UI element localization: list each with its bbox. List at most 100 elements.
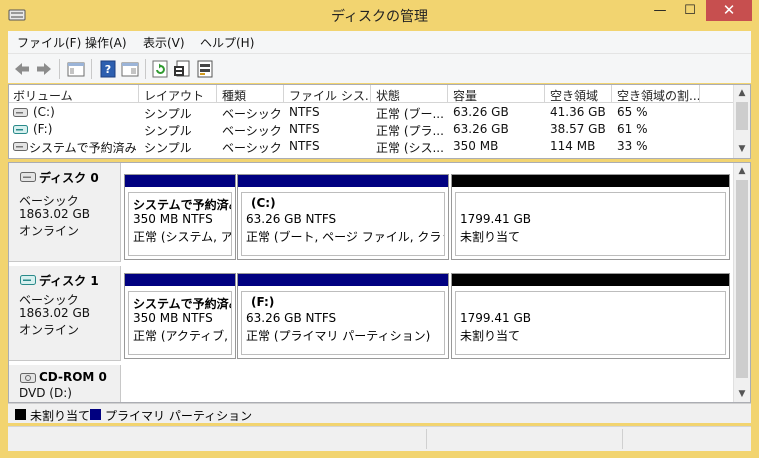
partition-fs: 1799.41 GB [460, 212, 531, 226]
scroll-thumb[interactable] [736, 180, 748, 378]
partition-title: (C:) [251, 196, 276, 210]
column-header-percent-free[interactable]: 空き領域の割... [617, 87, 699, 104]
volume-capacity: 350 MB [453, 139, 499, 153]
removable-disk-icon [20, 275, 36, 285]
volume-free-space: 41.36 GB [550, 105, 606, 119]
volume-capacity: 63.26 GB [453, 105, 509, 119]
status-bar [8, 426, 751, 451]
volume-name: (C:) [33, 105, 55, 119]
removable-drive-icon [13, 125, 28, 134]
volume-free-space: 38.57 GB [550, 122, 606, 136]
menu-file[interactable]: ファイル(F) [17, 34, 81, 51]
volume-list-scrollbar[interactable]: ▲ ▼ [733, 85, 750, 158]
partition-title: (F:) [251, 295, 275, 309]
volume-layout: シンプル [144, 107, 192, 121]
column-header-layout[interactable]: レイアウト [144, 87, 216, 104]
volume-status: 正常 (シス... [376, 141, 444, 155]
partition-disk1-f[interactable]: (F:) 63.26 GB NTFS 正常 (プライマリ パーティション) [237, 273, 449, 359]
maximize-button[interactable]: ☐ [676, 0, 704, 21]
rescan-disks-icon[interactable] [194, 58, 216, 80]
scroll-up-arrow-icon[interactable]: ▲ [734, 85, 750, 101]
properties-pane-icon[interactable] [119, 58, 141, 80]
show-hide-console-tree-icon[interactable] [65, 58, 87, 80]
menu-bar: ファイル(F) 操作(A) 表示(V) ヘルプ(H) [8, 31, 751, 53]
partition-status: 未割り当て [460, 329, 521, 343]
volume-percent-free: 61 % [617, 122, 648, 136]
partition-disk0-unallocated[interactable]: 1799.41 GB 未割り当て [451, 174, 730, 260]
menu-action[interactable]: 操作(A) [85, 34, 127, 51]
partition-type-bar [125, 274, 235, 286]
partition-type-bar [238, 175, 448, 187]
disk-name: CD-ROM 0 [39, 370, 107, 384]
refresh-icon[interactable] [149, 58, 171, 80]
column-header-type[interactable]: 種類 [222, 87, 282, 104]
volume-free-space: 114 MB [550, 139, 596, 153]
disk-0-label[interactable]: ディスク 0 ベーシック 1863.02 GB オンライン [9, 163, 121, 262]
legend: 未割り当て プライマリ パーティション [8, 403, 751, 423]
column-header-filesystem[interactable]: ファイル シス... [289, 87, 369, 104]
disk-name: ディスク 0 [39, 171, 99, 185]
volume-row-system-reserved[interactable]: システムで予約済み シンプル ベーシック NTFS 正常 (シス... 350 … [9, 138, 735, 155]
volume-percent-free: 33 % [617, 139, 648, 153]
disk-size: 1863.02 GB [19, 306, 90, 320]
volume-filesystem: NTFS [289, 122, 320, 136]
scroll-down-arrow-icon[interactable]: ▼ [734, 141, 750, 157]
partition-fs: 1799.41 GB [460, 311, 531, 325]
volume-status: 正常 (プラ... [376, 124, 444, 138]
partition-fs: 350 MB NTFS [133, 311, 213, 325]
title-bar[interactable]: ディスクの管理 — ☐ ✕ [0, 0, 759, 31]
partition-fs: 350 MB NTFS [133, 212, 213, 226]
disk-map-scrollbar[interactable]: ▲ ▼ [733, 163, 750, 402]
column-header-free-space[interactable]: 空き領域 [550, 87, 610, 104]
volume-type: ベーシック [222, 107, 282, 121]
volume-name: システムで予約済み [29, 141, 137, 155]
volume-status: 正常 (ブー... [376, 107, 444, 121]
volume-name: (F:) [33, 122, 53, 136]
disk-icon [20, 172, 36, 182]
legend-swatch-primary [90, 409, 101, 420]
volume-filesystem: NTFS [289, 105, 320, 119]
disk-size: 1863.02 GB [19, 207, 90, 221]
column-header-status[interactable]: 状態 [376, 87, 446, 104]
column-header-capacity[interactable]: 容量 [453, 87, 543, 104]
partition-type-bar [452, 274, 729, 286]
partition-status: 正常 (ブート, ページ ファイル, クラッシュ ダ [246, 230, 444, 244]
scroll-up-arrow-icon[interactable]: ▲ [734, 163, 750, 179]
volume-row-c[interactable]: (C:) シンプル ベーシック NTFS 正常 (ブー... 63.26 GB … [9, 104, 735, 121]
disk-state: オンライン [19, 224, 80, 238]
forward-icon[interactable] [33, 58, 55, 80]
volume-layout: シンプル [144, 124, 192, 138]
volume-list-header: ボリューム レイアウト 種類 ファイル シス... 状態 容量 空き領域 空き領… [9, 85, 735, 103]
partition-type-bar [238, 274, 448, 286]
column-header-volume[interactable]: ボリューム [13, 87, 137, 104]
partition-disk0-c[interactable]: (C:) 63.26 GB NTFS 正常 (ブート, ページ ファイル, クラ… [237, 174, 449, 260]
menu-help[interactable]: ヘルプ(H) [200, 34, 254, 51]
volume-filesystem: NTFS [289, 139, 320, 153]
volume-percent-free: 65 % [617, 105, 648, 119]
close-button[interactable]: ✕ [706, 0, 752, 21]
menu-view[interactable]: 表示(V) [143, 34, 185, 51]
properties-icon[interactable] [171, 58, 193, 80]
partition-title: システムで予約済み [133, 297, 231, 311]
cdrom-0-label[interactable]: CD-ROM 0 DVD (D:) [9, 365, 121, 402]
volume-type: ベーシック [222, 141, 282, 155]
partition-fs: 63.26 GB NTFS [246, 311, 337, 325]
partition-fs: 63.26 GB NTFS [246, 212, 337, 226]
minimize-button[interactable]: — [646, 0, 674, 21]
back-icon[interactable] [11, 58, 33, 80]
partition-disk0-system-reserved[interactable]: システムで予約済み 350 MB NTFS 正常 (システム, アク [124, 174, 236, 260]
drive-icon [13, 108, 28, 117]
scroll-down-arrow-icon[interactable]: ▼ [734, 386, 750, 402]
scroll-thumb[interactable] [736, 102, 748, 130]
partition-status: 正常 (アクティブ, プラ [133, 329, 231, 343]
volume-row-f[interactable]: (F:) シンプル ベーシック NTFS 正常 (プラ... 63.26 GB … [9, 121, 735, 138]
partition-disk1-system-reserved[interactable]: システムで予約済み 350 MB NTFS 正常 (アクティブ, プラ [124, 273, 236, 359]
svg-text:?: ? [105, 63, 111, 76]
disk-1-label[interactable]: ディスク 1 ベーシック 1863.02 GB オンライン [9, 266, 121, 361]
disk-management-window: ディスクの管理 — ☐ ✕ ファイル(F) 操作(A) 表示(V) ヘルプ(H)… [0, 0, 759, 458]
partition-disk1-unallocated[interactable]: 1799.41 GB 未割り当て [451, 273, 730, 359]
partition-type-bar [125, 175, 235, 187]
volume-layout: シンプル [144, 141, 192, 155]
help-icon[interactable]: ? [97, 58, 119, 80]
volume-capacity: 63.26 GB [453, 122, 509, 136]
